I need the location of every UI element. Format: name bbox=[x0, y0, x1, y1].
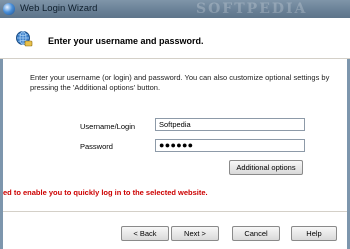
cancel-button[interactable]: Cancel bbox=[232, 226, 280, 241]
wizard-header: Enter your username and password. bbox=[0, 18, 350, 58]
next-button[interactable]: Next > bbox=[171, 226, 219, 241]
additional-options-button[interactable]: Additional options bbox=[229, 160, 303, 175]
title-bar: Web Login Wizard SOFTPEDIA bbox=[0, 0, 350, 18]
footer-divider bbox=[3, 211, 347, 212]
globe-icon bbox=[3, 3, 15, 15]
instructions-text: Enter your username (or login) and passw… bbox=[30, 73, 330, 92]
password-field[interactable]: ●●●●●● bbox=[155, 139, 305, 152]
status-message: ed to enable you to quickly log in to th… bbox=[3, 188, 208, 197]
wizard-heading: Enter your username and password. bbox=[48, 36, 204, 46]
globe-key-icon bbox=[16, 31, 33, 47]
softpedia-watermark: SOFTPEDIA bbox=[196, 1, 308, 17]
username-field[interactable]: Softpedia bbox=[155, 118, 305, 131]
help-button[interactable]: Help bbox=[291, 226, 337, 241]
window-title: Web Login Wizard bbox=[20, 3, 98, 14]
back-button[interactable]: < Back bbox=[121, 226, 169, 241]
password-label: Password bbox=[80, 142, 113, 151]
username-label: Username/Login bbox=[80, 122, 136, 131]
header-divider bbox=[0, 58, 350, 59]
